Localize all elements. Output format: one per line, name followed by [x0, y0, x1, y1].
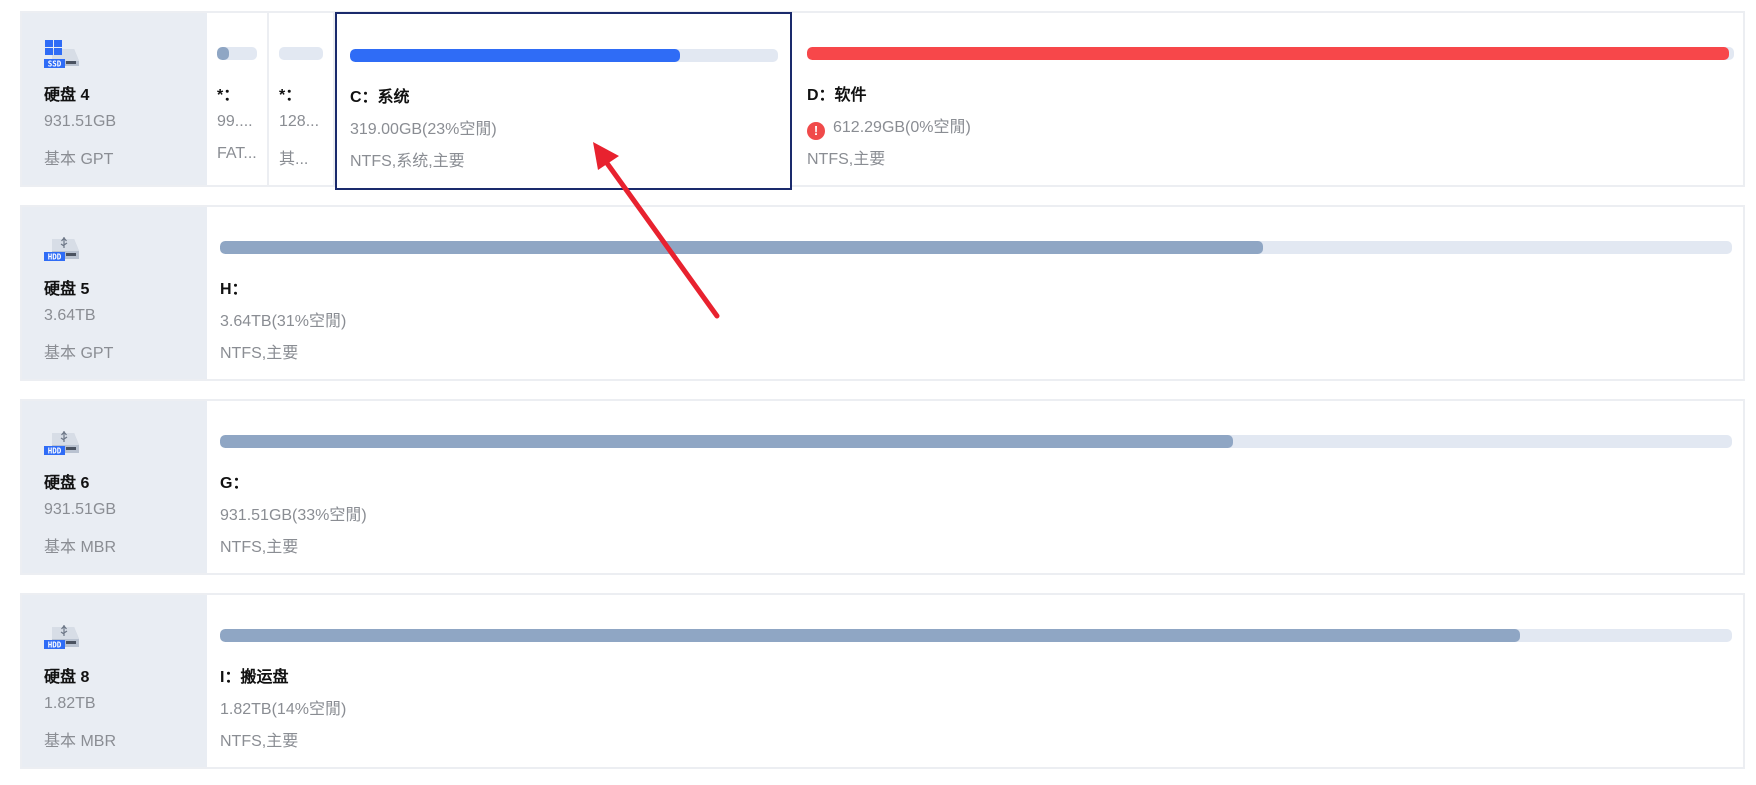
- partition-type: FAT...: [217, 145, 257, 162]
- disk-info-panel[interactable]: HDD 硬盘 8 1.82TB 基本 MBR: [22, 595, 207, 767]
- warning-icon: !: [807, 122, 825, 140]
- disk-row[interactable]: SSD 硬盘 4 931.51GB 基本 GPT *： 99.... FAT..…: [20, 11, 1745, 190]
- usage-bar: [220, 241, 1732, 254]
- disk-type: 基本 GPT: [44, 151, 114, 168]
- disk-size: 3.64TB: [44, 307, 96, 324]
- partition-label: *：: [279, 87, 302, 104]
- svg-text:HDD: HDD: [48, 253, 62, 262]
- hdd-usb-icon: HDD: [44, 237, 79, 262]
- disk-size: 1.82TB: [44, 695, 96, 712]
- usage-fill: [220, 629, 1521, 642]
- usage-fill: [807, 47, 1730, 60]
- partition-label: H：: [220, 281, 248, 298]
- usage-bar: [220, 629, 1732, 642]
- disk-size: 931.51GB: [44, 501, 117, 518]
- partition-size-text: 612.29GB(0%空閒): [833, 119, 971, 136]
- disk-row[interactable]: HDD 硬盘 6 931.51GB 基本 MBR G： 931.51GB(33%…: [20, 399, 1745, 575]
- ssd-windows-icon: SSD: [44, 40, 79, 69]
- usage-bar: [217, 47, 257, 60]
- svg-text:SSD: SSD: [48, 60, 62, 69]
- partition-label: G：: [220, 475, 249, 492]
- disk-size: 931.51GB: [44, 113, 117, 130]
- partition-g[interactable]: G： 931.51GB(33%空閒) NTFS,主要: [207, 401, 1743, 573]
- disk-name: 硬盘 5: [44, 281, 90, 298]
- usage-fill: [220, 241, 1264, 254]
- partition-h[interactable]: H： 3.64TB(31%空閒) NTFS,主要: [207, 207, 1743, 379]
- partition-size: 128...: [279, 113, 320, 130]
- partition-size: ! 612.29GB(0%空閒): [807, 113, 971, 140]
- partition-label: C：系统: [350, 89, 410, 106]
- partition-type: NTFS,主要: [807, 151, 886, 168]
- disk-row[interactable]: HDD 硬盘 8 1.82TB 基本 MBR I：搬运盘 1.82TB(14%空…: [20, 593, 1745, 769]
- partition-type: NTFS,主要: [220, 733, 299, 750]
- usage-fill: [217, 47, 229, 60]
- partition-label: D：软件: [807, 87, 867, 104]
- usage-bar: [807, 47, 1734, 60]
- partition-size: 1.82TB(14%空閒): [220, 701, 347, 718]
- hdd-usb-icon: HDD: [44, 625, 79, 650]
- partition-type: NTFS,系统,主要: [350, 153, 465, 170]
- partition-label: *：: [217, 87, 240, 104]
- disk-name: 硬盘 6: [44, 475, 90, 492]
- partition-d[interactable]: D：软件 ! 612.29GB(0%空閒) NTFS,主要: [792, 13, 1743, 185]
- usage-fill: [350, 49, 680, 62]
- partition-type: 其...: [279, 151, 309, 168]
- hdd-usb-icon: HDD: [44, 431, 79, 456]
- partition-size: 99....: [217, 113, 253, 130]
- usage-bar: [279, 47, 323, 60]
- disk-info-panel[interactable]: SSD 硬盘 4 931.51GB 基本 GPT: [22, 13, 207, 185]
- svg-text:HDD: HDD: [48, 641, 62, 650]
- disk-name: 硬盘 4: [44, 87, 90, 104]
- partition-i[interactable]: I：搬运盘 1.82TB(14%空閒) NTFS,主要: [207, 595, 1743, 767]
- disk-type: 基本 MBR: [44, 539, 117, 556]
- usage-bar: [350, 49, 778, 62]
- disk-type: 基本 GPT: [44, 345, 114, 362]
- partition-size: 931.51GB(33%空閒): [220, 507, 367, 524]
- partition-type: NTFS,主要: [220, 345, 299, 362]
- svg-text:HDD: HDD: [48, 447, 62, 456]
- usage-bar: [220, 435, 1732, 448]
- usage-fill: [220, 435, 1234, 448]
- partition-size: 319.00GB(23%空閒): [350, 121, 497, 138]
- disk-row[interactable]: HDD 硬盘 5 3.64TB 基本 GPT H： 3.64TB(31%空閒) …: [20, 205, 1745, 381]
- partition-efi[interactable]: *： 99.... FAT...: [207, 13, 269, 185]
- partition-c-selected[interactable]: C：系统 319.00GB(23%空閒) NTFS,系统,主要: [335, 12, 792, 190]
- disk-type: 基本 MBR: [44, 733, 117, 750]
- partition-type: NTFS,主要: [220, 539, 299, 556]
- partition-size: 3.64TB(31%空閒): [220, 313, 347, 330]
- disk-name: 硬盘 8: [44, 669, 90, 686]
- disk-info-panel[interactable]: HDD 硬盘 5 3.64TB 基本 GPT: [22, 207, 207, 379]
- disk-info-panel[interactable]: HDD 硬盘 6 931.51GB 基本 MBR: [22, 401, 207, 573]
- partition-msr[interactable]: *： 128... 其...: [269, 13, 335, 185]
- partition-label: I：搬运盘: [220, 669, 289, 686]
